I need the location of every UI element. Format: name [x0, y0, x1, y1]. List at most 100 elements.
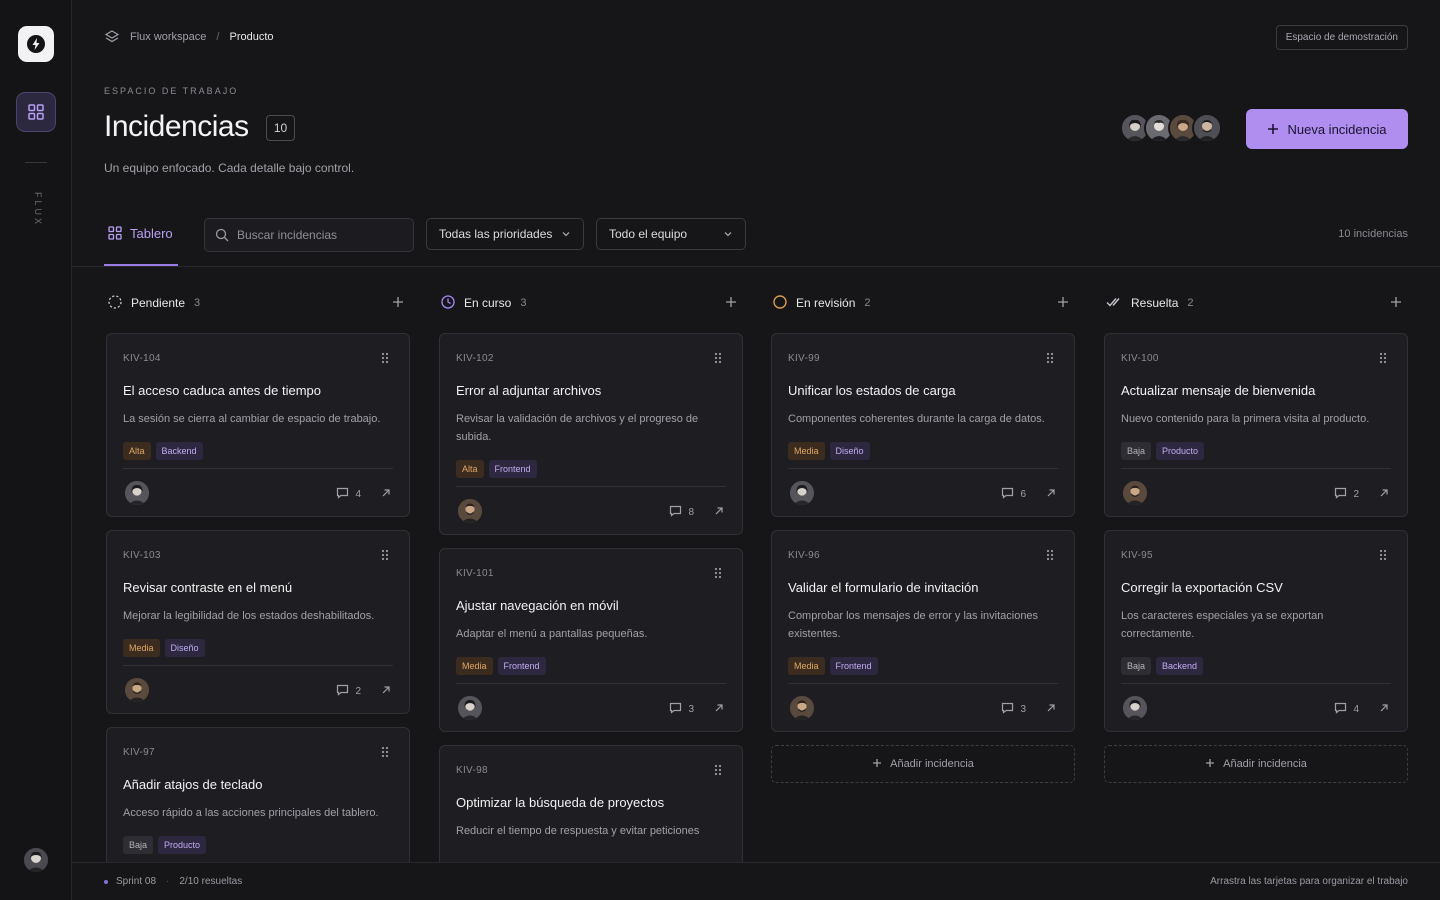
team-filter-select[interactable]: Todo el equipo	[596, 218, 746, 250]
issue-tags: Alta Frontend	[456, 460, 537, 478]
comment-icon[interactable]	[336, 684, 349, 699]
circle-icon	[773, 294, 787, 312]
assignee-avatar[interactable]	[790, 481, 814, 505]
drag-handle-icon[interactable]	[714, 566, 722, 584]
add-card-plus-icon[interactable]	[1390, 296, 1402, 311]
issue-card[interactable]: KIV-98 Optimizar la búsqueda de proyectos…	[439, 745, 743, 862]
issue-card[interactable]: KIV-104 El acceso caduca antes de tiempo L…	[106, 333, 410, 517]
demo-badge: Espacio de demostración	[1275, 25, 1408, 50]
open-issue-arrow-icon[interactable]	[1379, 488, 1389, 501]
drag-handle-icon[interactable]	[381, 548, 389, 566]
column-header: Pendiente 3	[106, 285, 410, 321]
assignee-avatar[interactable]	[1123, 696, 1147, 720]
sprint-progress: 2/10 resueltas	[179, 876, 243, 887]
drag-handle-icon[interactable]	[381, 351, 389, 369]
comment-icon[interactable]	[1334, 702, 1347, 717]
issue-id: KIV-103	[123, 550, 161, 561]
issue-id: KIV-95	[1121, 550, 1153, 561]
issue-card[interactable]: KIV-102 Error al adjuntar archivos Revisar…	[439, 333, 743, 535]
new-issue-button[interactable]: Nueva incidencia	[1246, 109, 1408, 149]
assignee-avatar[interactable]	[1123, 481, 1147, 505]
comment-icon[interactable]	[669, 702, 682, 717]
board-nav-button[interactable]	[16, 92, 56, 132]
open-issue-arrow-icon[interactable]	[1379, 703, 1389, 716]
priority-tag: Baja	[1121, 442, 1152, 460]
priority-filter-select[interactable]: Todas las prioridades	[426, 218, 584, 250]
comment-count: 4	[1353, 704, 1359, 715]
comment-icon[interactable]	[669, 505, 682, 520]
assignee-avatar[interactable]	[458, 499, 482, 523]
assignee-avatar[interactable]	[458, 696, 482, 720]
card-divider	[788, 683, 1058, 684]
column-title: Resuelta	[1131, 296, 1179, 310]
issue-card[interactable]: KIV-99 Unificar los estados de carga Compo…	[771, 333, 1075, 517]
card-meta: 2	[336, 684, 391, 699]
priority-tag: Baja	[1121, 657, 1152, 675]
column-header: Resuelta 2	[1104, 285, 1408, 321]
open-issue-arrow-icon[interactable]	[381, 685, 391, 698]
tab-board[interactable]: Tablero	[104, 202, 178, 266]
label-tag: Producto	[158, 836, 207, 854]
column-title: En revisión	[796, 296, 856, 310]
total-issues: 10 incidencias	[1338, 228, 1408, 240]
grid-icon	[108, 226, 122, 240]
drag-handle-icon[interactable]	[714, 351, 722, 369]
drag-handle-icon[interactable]	[1046, 548, 1054, 566]
issue-id: KIV-102	[456, 353, 494, 364]
add-issue-button[interactable]: Añadir incidencia	[1104, 745, 1408, 783]
open-issue-arrow-icon[interactable]	[714, 506, 724, 519]
page-title: Incidencias	[104, 110, 249, 143]
issue-card[interactable]: KIV-101 Ajustar navegación en móvil Adapta…	[439, 548, 743, 732]
issue-card[interactable]: KIV-97 Añadir atajos de teclado Acceso ráp…	[106, 727, 410, 862]
team-avatars[interactable]	[1120, 113, 1222, 143]
card-meta: 8	[669, 505, 724, 520]
comment-icon[interactable]	[1001, 487, 1014, 502]
app-logo[interactable]	[18, 26, 54, 62]
issue-title: Actualizar mensaje de bienvenida	[1121, 383, 1316, 398]
drag-handle-icon[interactable]	[1379, 351, 1387, 369]
issue-card[interactable]: KIV-96 Validar el formulario de invitació…	[771, 530, 1075, 732]
search-input[interactable]: Buscar incidencias	[204, 218, 414, 252]
column-3: Resuelta 2 KIV-100 Actualizar mensaje de bi…	[1104, 285, 1408, 783]
add-card-plus-icon[interactable]	[392, 296, 404, 311]
drag-handle-icon[interactable]	[1046, 351, 1054, 369]
add-issue-button[interactable]: Añadir incidencia	[771, 745, 1075, 783]
drag-handle-icon[interactable]	[714, 763, 722, 781]
assignee-avatar[interactable]	[125, 678, 149, 702]
team-avatar[interactable]	[1192, 113, 1222, 143]
open-issue-arrow-icon[interactable]	[1046, 703, 1056, 716]
open-issue-arrow-icon[interactable]	[381, 488, 391, 501]
issue-title: El acceso caduca antes de tiempo	[123, 383, 322, 398]
drag-handle-icon[interactable]	[1379, 548, 1387, 566]
bolt-icon	[27, 35, 45, 53]
breadcrumb-workspace[interactable]: Flux workspace	[130, 31, 206, 43]
comment-count: 3	[688, 704, 694, 715]
comment-icon[interactable]	[336, 487, 349, 502]
issue-card[interactable]: KIV-95 Corregir la exportación CSV Los car…	[1104, 530, 1408, 732]
issue-description: Mejorar la legibilidad de los estados de…	[123, 610, 375, 622]
priority-tag: Media	[123, 639, 160, 657]
assignee-avatar[interactable]	[125, 481, 149, 505]
drag-handle-icon[interactable]	[381, 745, 389, 763]
dashed-circle-icon	[108, 294, 122, 312]
assignee-avatar[interactable]	[790, 696, 814, 720]
comment-icon[interactable]	[1334, 487, 1347, 502]
comment-count: 2	[1353, 489, 1359, 500]
issue-description: Revisar la validación de archivos y el p…	[456, 413, 699, 443]
footer-bar: Sprint 08 · 2/10 resueltas Arrastra las …	[72, 862, 1440, 900]
add-card-plus-icon[interactable]	[725, 296, 737, 311]
main-area: Flux workspace / Producto Espacio de dem…	[72, 0, 1440, 900]
card-meta: 3	[1001, 702, 1056, 717]
issue-id: KIV-96	[788, 550, 820, 561]
open-issue-arrow-icon[interactable]	[1046, 488, 1056, 501]
comment-icon[interactable]	[1001, 702, 1014, 717]
breadcrumb: Flux workspace / Producto	[104, 29, 274, 45]
label-tag: Frontend	[488, 460, 537, 478]
issue-card[interactable]: KIV-103 Revisar contraste en el menú Mejor…	[106, 530, 410, 714]
label-tag: Backend	[155, 442, 203, 460]
user-avatar[interactable]	[24, 848, 48, 872]
avatar-1-icon	[24, 848, 48, 872]
open-issue-arrow-icon[interactable]	[714, 703, 724, 716]
issue-card[interactable]: KIV-100 Actualizar mensaje de bienvenida N…	[1104, 333, 1408, 517]
add-card-plus-icon[interactable]	[1057, 296, 1069, 311]
